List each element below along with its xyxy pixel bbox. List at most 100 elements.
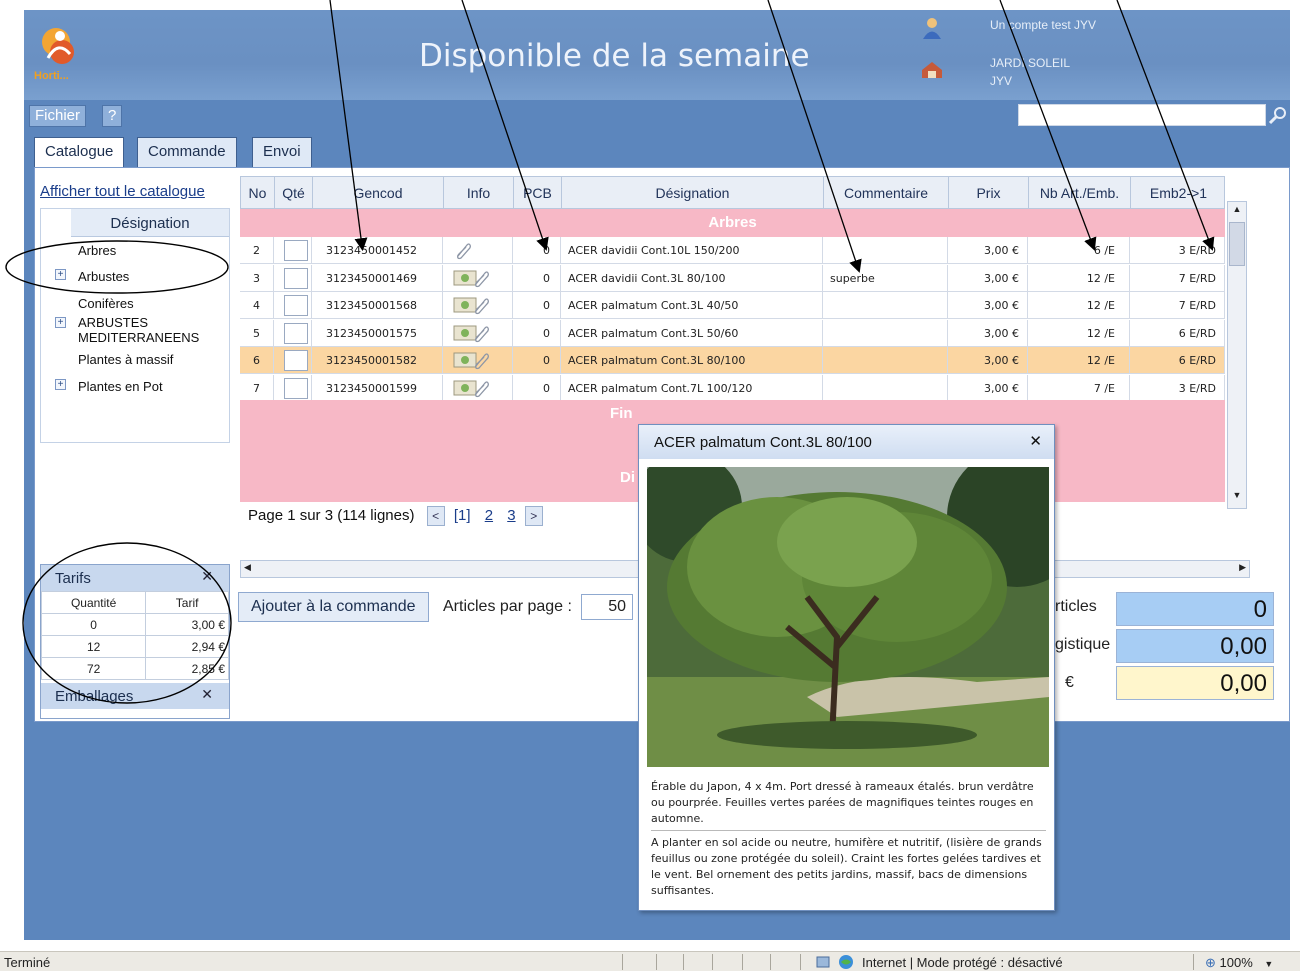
- scroll-left-icon[interactable]: ◀: [244, 562, 251, 573]
- show-all-catalogue-link[interactable]: Afficher tout le catalogue: [40, 183, 205, 200]
- expand-icon[interactable]: +: [55, 269, 66, 280]
- expand-icon[interactable]: +: [55, 379, 66, 390]
- cell-gencod: 3123450001599: [312, 374, 443, 402]
- cell-gencod: 3123450001452: [312, 237, 443, 264]
- quantity-input[interactable]: [284, 267, 308, 289]
- cell-no: 7: [240, 374, 274, 402]
- cell-emb2: 6 E/RD: [1130, 347, 1225, 374]
- tree-item-arbustes-mediterraneens[interactable]: ARBUSTES MEDITERRANEENS: [78, 315, 199, 345]
- cell-emb2: 6 E/RD: [1130, 319, 1225, 347]
- quantity-input[interactable]: [284, 295, 308, 316]
- status-separator: [742, 954, 743, 970]
- emballages-header: Emballages ✕: [41, 683, 229, 709]
- expand-icon[interactable]: +: [55, 317, 66, 328]
- next-page-button[interactable]: >: [524, 506, 543, 526]
- cell-designation: ACER davidii Cont.10L 150/200: [561, 237, 823, 264]
- grid-vertical-scrollbar[interactable]: ▲ ▼: [1227, 201, 1247, 509]
- col-qty[interactable]: Qté: [275, 177, 313, 210]
- tarifs-title: Tarifs: [55, 570, 91, 587]
- tab-commande[interactable]: Commande: [137, 137, 237, 167]
- cell-nb-art: 12 /E: [1028, 292, 1130, 319]
- help-menu[interactable]: ?: [102, 105, 123, 127]
- col-info[interactable]: Info: [444, 177, 514, 210]
- scroll-up-icon[interactable]: ▲: [1229, 204, 1245, 220]
- tarifs-col-qty: Quantité: [40, 591, 147, 614]
- zoom-level[interactable]: ⊕ 100% ▼: [1205, 955, 1273, 971]
- table-row[interactable]: 7 3123450001599 0 ACER palmatum Cont.7L 100…: [240, 374, 1225, 402]
- paperclip-icon[interactable]: [471, 295, 491, 315]
- cell-emb2: 7 E/RD: [1130, 264, 1225, 292]
- cell-info: [443, 264, 513, 292]
- tab-envoi[interactable]: Envoi: [252, 137, 312, 167]
- tree-item-arbustes[interactable]: Arbustes: [78, 269, 129, 284]
- page-3-link[interactable]: 3: [507, 507, 515, 524]
- status-separator: [622, 954, 623, 970]
- quantity-input[interactable]: [284, 350, 308, 371]
- col-price[interactable]: Prix: [949, 177, 1029, 210]
- cell-no: 5: [240, 319, 274, 347]
- prev-page-button[interactable]: <: [426, 506, 445, 526]
- quantity-input[interactable]: [284, 240, 308, 261]
- table-row[interactable]: 5 3123450001575 0 ACER palmatum Cont.3L 50/…: [240, 319, 1225, 347]
- cell-comment: [823, 292, 948, 319]
- close-icon[interactable]: ✕: [201, 568, 213, 585]
- tarif-price: 3,00 €: [145, 613, 229, 636]
- articles-total: 0: [1116, 592, 1274, 626]
- per-page-input[interactable]: 50: [581, 594, 633, 620]
- cell-no: 4: [240, 292, 274, 319]
- pager: Page 1 sur 3 (114 lignes) < [1] 2 3 >: [248, 506, 543, 526]
- table-row[interactable]: 4 3123450001568 0 ACER palmatum Cont.3L 40/…: [240, 292, 1225, 319]
- cell-gencod: 3123450001582: [312, 347, 443, 374]
- cell-comment: [823, 237, 948, 264]
- product-photo: [647, 467, 1049, 767]
- user-code: JYV: [990, 74, 1013, 88]
- cell-info: [443, 347, 513, 374]
- close-icon[interactable]: ✕: [1029, 432, 1042, 450]
- tab-catalogue[interactable]: Catalogue: [34, 137, 125, 169]
- paperclip-icon[interactable]: [453, 240, 473, 260]
- quantity-input[interactable]: [284, 322, 308, 344]
- col-designation[interactable]: Désignation: [562, 177, 824, 210]
- paperclip-icon[interactable]: [471, 350, 491, 370]
- add-to-order-button[interactable]: Ajouter à la commande: [238, 592, 429, 622]
- tree-item-plantes-massif[interactable]: Plantes à massif: [78, 352, 173, 367]
- paperclip-icon[interactable]: [471, 323, 491, 343]
- col-gencod[interactable]: Gencod: [313, 177, 444, 210]
- scroll-right-icon[interactable]: ▶: [1239, 562, 1246, 573]
- table-row[interactable]: 6 3123450001582 0 ACER palmatum Cont.3L 80/…: [240, 347, 1225, 374]
- table-row[interactable]: 3 3123450001469 0 ACER davidii Cont.3L 80/1…: [240, 264, 1225, 292]
- search-input[interactable]: [1018, 104, 1266, 126]
- paperclip-icon[interactable]: [471, 268, 491, 288]
- col-emb2[interactable]: Emb2->1: [1131, 177, 1226, 210]
- security-zone-text[interactable]: Internet | Mode protégé : désactivé: [862, 955, 1063, 970]
- chevron-down-icon[interactable]: ▼: [1264, 959, 1273, 969]
- tree-item-arbres[interactable]: Arbres: [78, 243, 116, 258]
- cell-nb-art: 6 /E: [1028, 237, 1130, 264]
- file-menu[interactable]: Fichier: [29, 105, 87, 127]
- tarif-qty: 72: [40, 657, 147, 680]
- user-icon: [923, 18, 941, 39]
- col-nb-art[interactable]: Nb Art./Emb.: [1029, 177, 1131, 210]
- company-name: JARDI SOLEIL: [990, 56, 1071, 70]
- col-comment[interactable]: Commentaire: [824, 177, 949, 210]
- cell-gencod: 3123450001469: [312, 264, 443, 292]
- paperclip-icon[interactable]: [471, 378, 491, 398]
- close-icon[interactable]: ✕: [201, 686, 213, 703]
- tree-item-plantes-pot[interactable]: Plantes en Pot: [78, 379, 163, 394]
- quantity-input[interactable]: [284, 377, 308, 399]
- zoom-icon: ⊕: [1205, 955, 1216, 970]
- cell-gencod: 3123450001568: [312, 292, 443, 319]
- logistique-total: 0,00: [1116, 629, 1274, 663]
- col-pcb[interactable]: PCB: [514, 177, 562, 210]
- cell-designation: ACER davidii Cont.3L 80/100: [561, 264, 823, 292]
- scroll-thumb[interactable]: [1229, 222, 1245, 266]
- magnifier-icon[interactable]: [1268, 105, 1288, 125]
- tree-header[interactable]: Désignation: [71, 209, 229, 237]
- col-no[interactable]: No: [241, 177, 275, 210]
- tree-item-coniferes[interactable]: Conifères: [78, 296, 134, 311]
- page-2-link[interactable]: 2: [485, 507, 493, 524]
- cell-pcb: 0: [513, 347, 561, 374]
- scroll-down-icon[interactable]: ▼: [1229, 490, 1245, 506]
- cell-comment: [823, 347, 948, 374]
- table-row[interactable]: 2 3123450001452 0 ACER davidii Cont.10L 150…: [240, 237, 1225, 264]
